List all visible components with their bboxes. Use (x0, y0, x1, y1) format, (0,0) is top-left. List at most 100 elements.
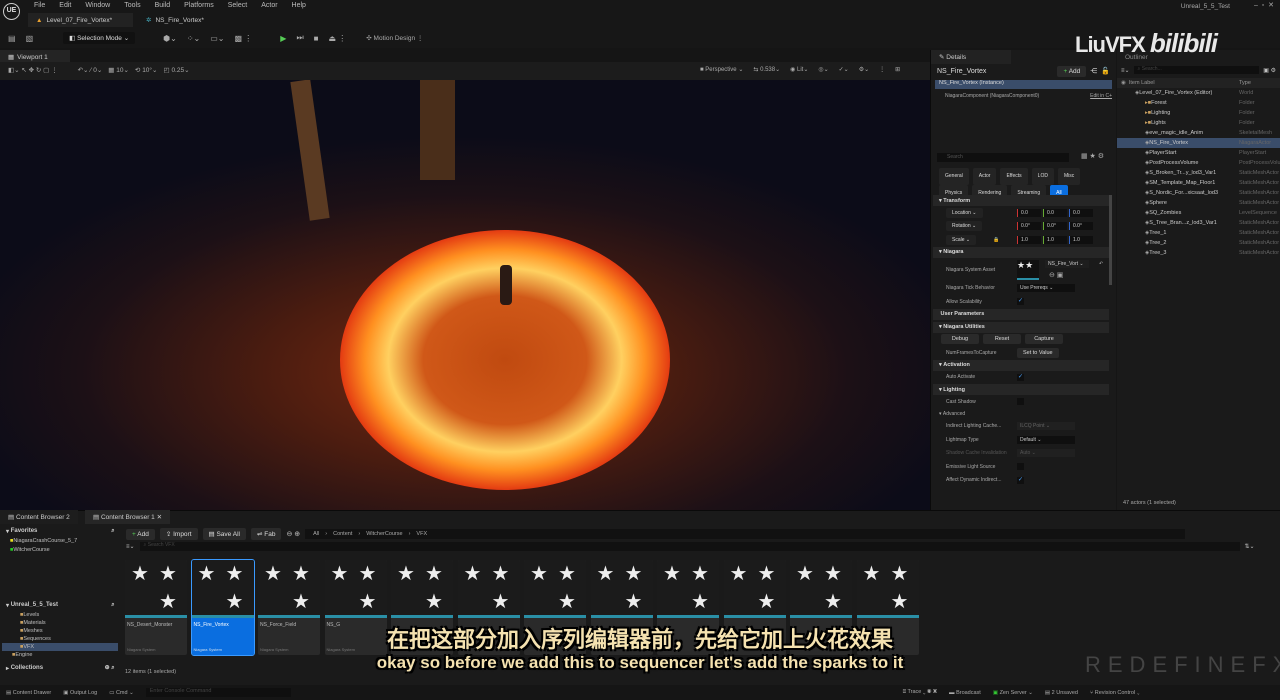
rotation-y[interactable]: 0.0° (1043, 222, 1067, 231)
scale-y[interactable]: 1.0 (1043, 235, 1067, 244)
stop-button[interactable]: ■ (314, 34, 319, 43)
outliner-row[interactable]: ◈ SQ_Zombies LevelSequence (1117, 208, 1280, 218)
outliner-row[interactable]: ▸■ Lighting Folder (1117, 108, 1280, 118)
reset-button[interactable]: Reset (983, 334, 1021, 345)
add-component-button[interactable]: + Add (1057, 65, 1087, 77)
outliner-row[interactable]: ◈ Sphere StaticMeshActor (1117, 198, 1280, 208)
play-button[interactable]: ▶ (280, 34, 286, 43)
location-x[interactable]: 0.0 (1017, 208, 1041, 217)
section-niagara[interactable]: ▾ Niagara (933, 246, 1109, 258)
cinematics-icon[interactable]: ▭⌄ (210, 34, 224, 43)
rotation-z[interactable]: 0.0° (1069, 222, 1093, 231)
tab-content-browser-2[interactable]: ▤ Content Browser 2 (0, 510, 78, 524)
outliner-row[interactable]: ◈ S_Broken_Tr...y_lod3_Var1 StaticMeshAct… (1117, 168, 1280, 178)
tab-niagara[interactable]: ✲ NS_Fire_Vortex* (138, 13, 212, 27)
mode-icon[interactable]: ▩ ⋮ (235, 34, 253, 43)
scale-snap[interactable]: ◰ 0.25⌄ (163, 66, 189, 74)
details-view-icons[interactable]: ▦ ★ ⚙ (1081, 152, 1104, 160)
outliner-row[interactable]: ◈ eve_magic_idle_Anim SkeletalMesh (1117, 128, 1280, 138)
filter-effects[interactable]: Effects (1000, 168, 1028, 185)
shadow-cache-dropdown[interactable]: Auto ⌄ (1017, 449, 1075, 458)
tab-content-browser-1[interactable]: ▤ Content Browser 1 ✕ (85, 510, 171, 524)
tab-level[interactable]: ▲ Level_07_Fire_Vortex* (28, 13, 133, 27)
filter-icon[interactable]: ≡⌄ (1121, 67, 1130, 74)
outliner-row[interactable]: ◈ S_Nordic_For...xicsaat_lod3 StaticMeshA… (1117, 188, 1280, 198)
folder-add-icon[interactable]: ▣ ⚙ (1263, 67, 1276, 74)
scale-dropdown[interactable]: Scale ⌄ (946, 234, 977, 245)
browse-asset-icons[interactable]: ⊖ ▣ (1049, 271, 1063, 279)
browse-icon[interactable]: ▧ (26, 34, 34, 43)
details-scrollbar[interactable] (1109, 195, 1112, 285)
crumb-vfx[interactable]: VFX (416, 531, 427, 537)
reset-arrow-icon[interactable]: ↶ (1099, 261, 1103, 267)
crumb-witchercourse[interactable]: WitcherCourse (366, 531, 402, 537)
sort-icon[interactable]: ⇅⌄ (1245, 543, 1255, 550)
layout-icon[interactable]: ⊞ (895, 66, 900, 73)
rotate-snap[interactable]: ⟲ 10°⌄ (135, 66, 158, 74)
add-actor-icon[interactable]: ⬢⌄ (163, 34, 177, 43)
content-drawer-button[interactable]: ▤ Content Drawer (6, 690, 51, 696)
crumb-content[interactable]: Content (333, 531, 352, 537)
lock-icon[interactable]: 🔓 (1101, 67, 1110, 75)
outliner-row[interactable]: ◈ PostProcessVolumePostProcessVolume (1117, 158, 1280, 168)
broadcast-button[interactable]: ▬ Broadcast (949, 690, 981, 696)
outliner-row[interactable]: ◈ Level_07_Fire_Vortex (Editor) World (1117, 88, 1280, 98)
advanced-toggle[interactable]: Advanced (943, 411, 965, 417)
section-niagara-utilities[interactable]: ▾ Niagara Utilities (933, 321, 1109, 333)
tab-details[interactable]: ✎ Details (931, 50, 1011, 64)
ilc-dropdown[interactable]: ILCQ Point ⌄ (1017, 422, 1075, 431)
system-asset-thumbnail[interactable]: ★★ (1017, 259, 1039, 280)
rotation-x[interactable]: 0.0° (1017, 222, 1041, 231)
blueprint-icon[interactable]: ⁘⌄ (187, 34, 200, 43)
camera-speed[interactable]: ⇆ 0.538⌄ (753, 66, 780, 73)
outliner-row[interactable]: ◈ NS_Fire_Vortex NiagaraActor (1117, 138, 1280, 148)
motion-design-button[interactable]: ✣ Motion Design ⋮ (366, 34, 423, 42)
crumb-all[interactable]: All (313, 531, 319, 537)
viewport-canvas[interactable] (0, 80, 930, 510)
selection-mode-dropdown[interactable]: ◧ Selection Mode ⌄ (63, 32, 136, 44)
outliner-row[interactable]: ◈ SM_Template_Map_Floor1 StaticMeshActor (1117, 178, 1280, 188)
outliner-row[interactable]: ▸■ Forest Folder (1117, 98, 1280, 108)
outliner-row[interactable]: ▸■ Lights Folder (1117, 118, 1280, 128)
scale-lock-icon[interactable]: 🔒 (993, 237, 999, 243)
import-button[interactable]: ⇪ Import (159, 528, 198, 540)
favorite-item[interactable]: ■NiagaraCrashCourse_5_7 (10, 537, 118, 546)
menu-actor[interactable]: Actor (261, 2, 277, 9)
scale-x[interactable]: 1.0 (1017, 235, 1041, 244)
component-instance[interactable]: NS_Fire_Vortex (Instance) (935, 80, 1112, 89)
add-button[interactable]: + Add (126, 528, 155, 540)
perspective-dropdown[interactable]: ■ Perspective ⌄ (700, 66, 743, 73)
menu-tools[interactable]: Tools (124, 2, 140, 9)
allow-scalability-checkbox[interactable]: ✓ (1017, 298, 1024, 306)
outliner-row[interactable]: ◈ PlayerStart PlayerStart (1117, 148, 1280, 158)
system-asset-dropdown[interactable]: NS_Fire_Vort ⌄ (1045, 259, 1089, 268)
trace-button[interactable]: ⌸ Trace ⌄ ◉ ▣ (903, 689, 937, 696)
unsaved-button[interactable]: ▤ 2 Unsaved (1045, 690, 1078, 696)
content-search[interactable]: ⌕ Search VFX (139, 542, 1240, 551)
details-search[interactable]: Search (937, 153, 1069, 162)
more-icon[interactable]: ⋮ (879, 66, 885, 73)
outliner-row[interactable]: ◈ Tree_1 StaticMeshActor (1117, 228, 1280, 238)
favorite-item[interactable]: ■WitcherCourse (10, 546, 118, 555)
menu-window[interactable]: Window (85, 2, 110, 9)
window-controls[interactable]: – ▫ ✕ (1254, 1, 1274, 9)
menu-build[interactable]: Build (155, 2, 171, 9)
history-back-icon[interactable]: ⊖ ⊕ (286, 530, 300, 538)
settings-icon[interactable]: ⚙⌄ (859, 66, 869, 73)
outliner-row[interactable]: ◈ Tree_2 StaticMeshActor (1117, 238, 1280, 248)
lit-dropdown[interactable]: ◉ Lit⌄ (790, 66, 808, 73)
location-y[interactable]: 0.0 (1043, 208, 1067, 217)
grid-snap[interactable]: ▦ 10⌄ (108, 66, 129, 74)
outliner-search[interactable]: ⌕ Search... (1133, 66, 1260, 74)
niagara-component[interactable]: NiagaraComponent (NiagaraComponent0) (945, 93, 1090, 99)
outliner-row[interactable]: ◈ S_Tree_Bran...z_lod3_Var1 StaticMeshAct… (1117, 218, 1280, 228)
project-header[interactable]: ▾ Unreal_5_5_Test ⌕ (0, 599, 118, 611)
capture-button[interactable]: Capture (1025, 334, 1063, 345)
revision-control-button[interactable]: ⑂ Revision Control ⌄ (1090, 690, 1140, 696)
filter-misc[interactable]: Misc (1057, 168, 1081, 185)
zen-server-button[interactable]: ▣ Zen Server ⌄ (993, 690, 1033, 696)
menu-edit[interactable]: Edit (59, 2, 71, 9)
console-input[interactable]: Enter Console Command (145, 688, 291, 697)
folder-levels[interactable]: ■Levels (20, 611, 118, 619)
surface-snap[interactable]: ↶⌄ ⁄ 0⌄ (78, 66, 103, 74)
